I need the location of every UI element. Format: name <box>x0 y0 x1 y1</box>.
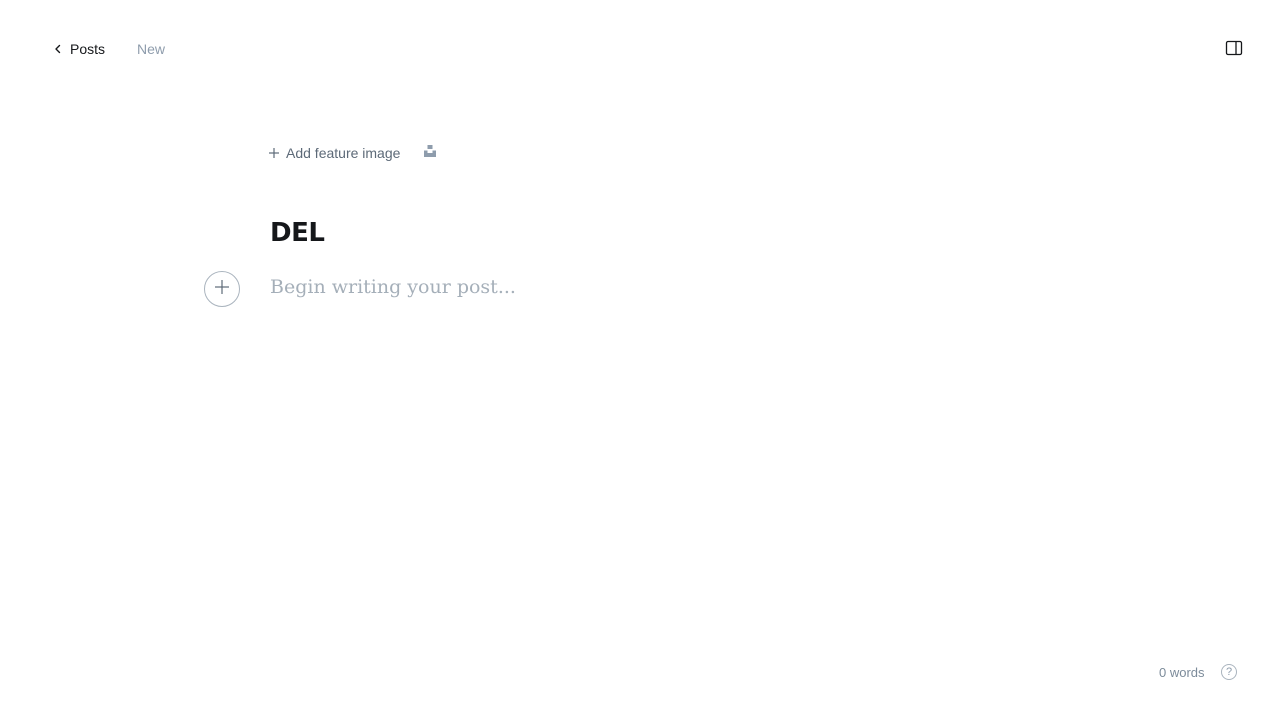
settings-menu-toggle[interactable] <box>1224 39 1244 57</box>
unsplash-icon <box>423 144 437 163</box>
unsplash-button[interactable] <box>422 144 438 163</box>
sidebar-toggle-icon <box>1224 40 1244 61</box>
plus-icon <box>214 279 230 300</box>
add-feature-image-button[interactable]: Add feature image <box>268 145 400 161</box>
add-card-button[interactable] <box>204 271 240 307</box>
question-mark-icon: ? <box>1225 666 1233 678</box>
back-link-label: Posts <box>70 41 106 57</box>
post-title[interactable]: DEL <box>270 218 325 248</box>
back-to-posts-link[interactable]: Posts <box>54 39 105 59</box>
word-count: 0 words <box>1159 665 1205 680</box>
editor-header: Posts New <box>0 0 1280 96</box>
add-feature-image-label: Add feature image <box>286 145 401 161</box>
post-status: New <box>137 41 166 57</box>
chevron-left-icon <box>54 44 70 54</box>
plus-icon <box>268 147 286 159</box>
feature-image-row: Add feature image <box>268 142 438 164</box>
help-button[interactable]: ? <box>1221 664 1237 680</box>
post-body-editor[interactable]: Begin writing your post... <box>270 276 870 304</box>
